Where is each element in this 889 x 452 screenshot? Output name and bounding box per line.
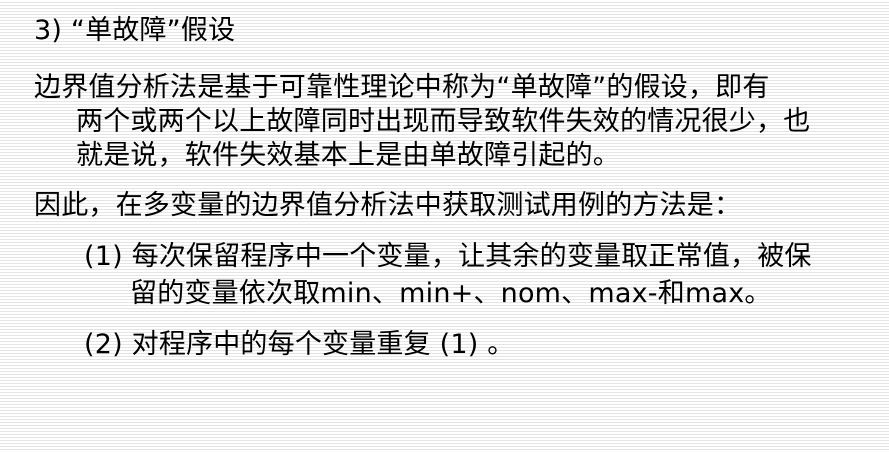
list-item: (2) 对程序中的每个变量重复 (1) 。 — [84, 329, 515, 360]
section-heading: 3) “单故障”假设 — [34, 15, 236, 46]
list-item-line: 留的变量依次取min、min+、nom、max-和max。 — [130, 278, 772, 309]
list-item-line: (1) 每次保留程序中一个变量，让其余的变量取正常值，被保 — [84, 241, 812, 272]
paragraph-line: 两个或两个以上故障同时出现而导致软件失效的情况很少，也 — [76, 106, 811, 137]
paragraph-line: 边界值分析法是基于可靠性理论中称为“单故障”的假设，即有 — [34, 72, 770, 103]
paragraph-line: 就是说，软件失效基本上是由单故障引起的。 — [76, 140, 620, 171]
paragraph: 因此，在多变量的边界值分析法中获取测试用例的方法是： — [34, 190, 742, 221]
slide: 3) “单故障”假设 边界值分析法是基于可靠性理论中称为“单故障”的假设，即有 … — [0, 0, 889, 452]
